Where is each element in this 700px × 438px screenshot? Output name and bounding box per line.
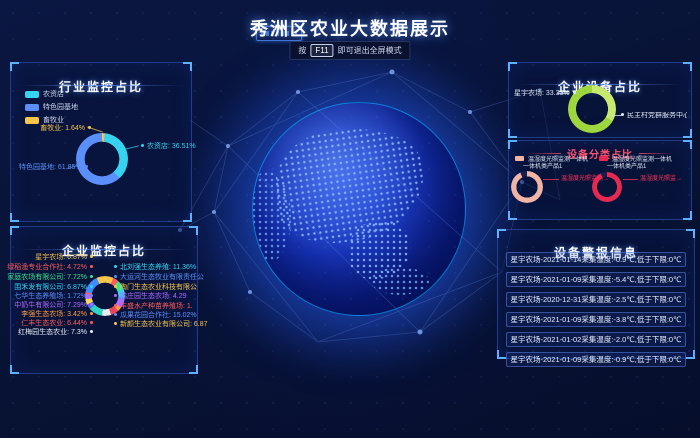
alarm-row: 星宇农场-2021-01-09采集温度:-0.9℃,低于下限:0℃	[506, 352, 686, 367]
legend-swatch	[25, 117, 39, 124]
panel-corner	[508, 211, 517, 220]
divider	[19, 85, 183, 86]
f11-key: F11	[310, 44, 333, 57]
panel-corner	[686, 229, 695, 238]
panel-corner	[189, 365, 198, 374]
fullscreen-hint: 按 F11 即可退出全屏模式	[289, 41, 410, 60]
category-donut-chart-left[interactable]	[511, 171, 543, 203]
chart-label: 中奶牛有限公司: 7.29%	[14, 302, 93, 310]
page-title: 秀洲区农业大数据展示	[0, 15, 700, 41]
panel-enterprise-monitoring: 企业监控占比 星宇农场: 6.87% 绿稻渔专业合作社: 4.72% 家庭农场有…	[10, 226, 198, 374]
legend-label: 农资店	[43, 89, 64, 99]
label-connector	[125, 145, 139, 149]
legend-swatch	[515, 156, 524, 161]
chart-label: 围禾发有限公司: 6.87%	[14, 284, 93, 292]
legend-label: 畜牧业	[43, 115, 64, 125]
legend-item[interactable]: 畜牧业	[25, 115, 64, 125]
chart-label: 家庭农场有限公司: 7.72%	[7, 274, 93, 282]
legend-item[interactable]: 温湿度光照监测一体机	[599, 154, 672, 163]
legend-label: 一体机类产品1	[607, 163, 646, 171]
legend-item[interactable]: 温湿度光照监测一体机	[515, 154, 588, 163]
divider	[517, 84, 683, 85]
chart-label: 大运河生态牧业有限责任公	[114, 274, 204, 282]
panel-corner	[497, 350, 506, 359]
chart-label: 畜牧业: 1.64%	[40, 125, 91, 133]
divider	[19, 249, 189, 250]
label-connector	[557, 93, 569, 94]
legend-label: 温湿度光照监测一体机	[528, 154, 588, 163]
chart-label: 瓜果花园合作社: 15.02%	[114, 312, 197, 320]
legend-label: 特色园基地	[43, 102, 78, 112]
panel-corner	[183, 62, 192, 71]
hint-prefix: 按	[298, 45, 306, 56]
panel-enterprise-device: 企业设备占比 星宇农场: 33.33% 民主村党群服务中心:	[508, 62, 692, 138]
legend-swatch	[599, 156, 608, 161]
legend-swatch	[25, 104, 39, 111]
chart-label: 丰盛水产种苗养殖场: 1.	[114, 303, 193, 311]
hint-suffix: 即可退出全屏模式	[338, 45, 402, 56]
panel-corner	[508, 62, 517, 71]
alarm-row: 星宇农场-2021-01-09采集温度:-3.8℃,低于下限:0℃	[506, 312, 686, 327]
panel-corner	[686, 350, 695, 359]
panel-corner	[683, 129, 692, 138]
chart-label: 民主村党群服务中心:	[621, 112, 687, 120]
panel-device-category: 设备分类占比 温湿度光照监测一体机 一体机类产品1 温湿度光照监测→ 温湿度光照…	[508, 140, 692, 220]
panel-corner	[10, 62, 19, 71]
alarm-row: 星宇农场-2021-01-14采集温度:-0.9℃,低于下限:0℃	[506, 252, 686, 267]
chart-label: 绿稻渔专业合作社: 4.72%	[7, 264, 93, 272]
chart-label: 农资店: 36.51%	[141, 143, 196, 151]
globe-sheen	[253, 103, 465, 315]
alarm-row: 星宇农场-2020-12-31采集温度:-2.5℃,低于下限:0℃	[506, 292, 686, 307]
label-connector	[612, 115, 622, 116]
chart-label: 七华生态养殖场: 1.72%	[14, 293, 93, 301]
chart-label: 红梅园生态农业: 7.3%	[18, 329, 93, 337]
panel-corner	[10, 213, 19, 222]
panel-industry-monitoring: 行业监控占比 农资店 特色园基地 畜牧业 畜牧业: 1.64% 农资店: 36.…	[10, 62, 192, 222]
chart-pointer-label: 温湿度光照监→	[640, 173, 682, 182]
panel-corner	[10, 365, 19, 374]
category-donut-chart-right[interactable]	[592, 172, 622, 202]
chart-label: 星宇农场: 33.33%	[514, 90, 576, 98]
chart-label: 李强生态农场: 3.42%	[21, 311, 93, 319]
globe	[252, 102, 466, 316]
alarm-list: 星宇农场-2021-01-14采集温度:-0.9℃,低于下限:0℃ 星宇农场-2…	[506, 252, 686, 372]
chart-label: 鸭庄园生态农场: 4.29	[114, 293, 187, 301]
panel-device-alarms: 设备警报信息 星宇农场-2021-01-14采集温度:-0.9℃,低于下限:0℃…	[497, 229, 695, 359]
panel-corner	[183, 213, 192, 222]
legend-label: 温湿度光照监测一体机	[612, 154, 672, 163]
legend-item[interactable]: 特色园基地	[25, 102, 78, 112]
dashboard: 秀洲区农业大数据展示 按 F11 即可退出全屏模式 行业监控占比 农资店 特色园…	[0, 0, 700, 438]
legend-swatch	[25, 91, 39, 98]
chart-label: 星宇农场: 6.87%	[35, 254, 93, 262]
panel-corner	[497, 229, 506, 238]
panel-corner	[189, 226, 198, 235]
panel-corner	[10, 226, 19, 235]
chart-label: 新颜生态农业有限公司: 6.87	[114, 321, 208, 329]
label-connector	[543, 179, 559, 180]
chart-label: 陶门生态农业科技有限公	[114, 284, 197, 292]
legend-label: 一体机类产品1	[523, 163, 562, 171]
panel-corner	[508, 129, 517, 138]
panel-corner	[683, 62, 692, 71]
chart-label: 仁丰生态农业: 6.44%	[21, 320, 93, 328]
alarm-row: 星宇农场-2021-01-09采集温度:-5.4℃,低于下限:0℃	[506, 272, 686, 287]
label-connector	[623, 179, 638, 180]
industry-donut-chart[interactable]	[76, 133, 128, 185]
alarm-row: 星宇农场-2021-01-02采集温度:-2.0℃,低于下限:0℃	[506, 332, 686, 347]
legend-item[interactable]: 农资店	[25, 89, 64, 99]
chart-label: 北刘强生态养殖: 11.36%	[114, 264, 196, 272]
panel-corner	[683, 211, 692, 220]
